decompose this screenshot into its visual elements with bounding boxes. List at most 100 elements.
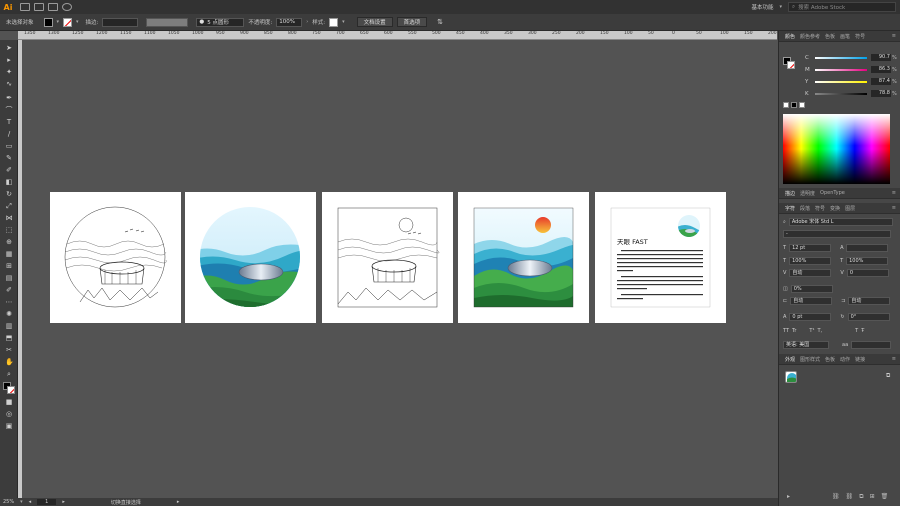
cmyk-track[interactable] xyxy=(815,56,867,59)
library-tab-3[interactable]: 动作 xyxy=(840,356,850,363)
character-tab-2[interactable]: 符号 xyxy=(815,205,825,212)
superscript-icon[interactable]: T¹ xyxy=(809,328,814,334)
rectangle-tool-icon[interactable]: ▭ xyxy=(5,142,13,150)
fill-stroke-widget[interactable] xyxy=(3,382,15,394)
scale-tool-icon[interactable]: ⤢ xyxy=(5,202,13,210)
preferences-button[interactable]: 首选项 xyxy=(396,17,428,27)
chevron-down-icon[interactable]: ▾ xyxy=(76,19,79,25)
character-tab-0[interactable]: 字符 xyxy=(785,205,795,212)
zoom-level[interactable]: 25% xyxy=(3,499,14,505)
eyedropper-icon[interactable]: ✐ xyxy=(5,286,13,294)
prev-artboard-icon[interactable]: ◂ xyxy=(29,499,32,505)
duplicate-icon[interactable]: ⧉ xyxy=(859,493,863,501)
paintbrush-icon[interactable]: ✎ xyxy=(5,154,13,162)
panel-menu-icon[interactable]: ≡ xyxy=(892,356,896,362)
opacity-field[interactable]: 100% xyxy=(276,17,303,27)
link-icon[interactable]: ⛓ xyxy=(832,493,840,500)
panel-menu-icon[interactable]: ≡ xyxy=(892,190,896,196)
stroke-tab-2[interactable]: OpenType xyxy=(820,190,845,196)
status-menu-icon[interactable]: ▸ xyxy=(177,499,180,505)
direct-selection-tool-icon[interactable]: ▸ xyxy=(5,56,13,64)
break-link-icon[interactable]: ⛓ xyxy=(846,493,854,500)
color-tab-2[interactable]: 色板 xyxy=(825,33,835,40)
trash-icon[interactable]: 🗑 xyxy=(881,493,889,500)
rotate-tool-icon[interactable]: ↻ xyxy=(5,190,13,198)
white-swatch[interactable] xyxy=(799,102,805,108)
library-tab-1[interactable]: 图形样式 xyxy=(800,356,820,363)
column-graph-icon[interactable]: ▥ xyxy=(5,322,13,330)
cmyk-track[interactable] xyxy=(815,92,867,95)
character-tab-4[interactable]: 图层 xyxy=(845,205,855,212)
slice-tool-icon[interactable]: ✂ xyxy=(5,346,13,354)
font-style-field[interactable]: - xyxy=(783,229,891,238)
artboard-3-line-square[interactable] xyxy=(322,192,453,323)
drawing-mode-icon[interactable]: ◎ xyxy=(5,410,13,418)
horizontal-scale-field[interactable]: 100% xyxy=(846,256,889,265)
language-field[interactable]: 英语: 美国 xyxy=(783,340,829,349)
aki-left-field[interactable]: 自动 xyxy=(790,296,833,305)
selection-tool-icon[interactable]: ➤ xyxy=(5,44,13,52)
arrange-icon[interactable]: ⇅ xyxy=(437,18,443,26)
screen-mode-icon[interactable]: ▣ xyxy=(5,422,13,430)
panel-menu-icon[interactable]: ≡ xyxy=(892,33,896,39)
type-tool-icon[interactable]: T xyxy=(5,118,13,126)
artboard-5-text-layout[interactable]: 天眼 FAST xyxy=(595,192,726,323)
pen-tool-icon[interactable]: ✒ xyxy=(5,94,13,102)
tsume-field[interactable]: 0% xyxy=(790,284,833,293)
small-caps-icon[interactable]: Tr xyxy=(792,328,796,334)
bridge-icon[interactable] xyxy=(20,3,30,11)
cmyk-track[interactable] xyxy=(815,68,867,71)
lasso-icon[interactable]: ∿ xyxy=(5,80,13,88)
color-tab-0[interactable]: 颜色 xyxy=(785,33,795,40)
variable-width-profile[interactable] xyxy=(146,17,189,27)
strikethrough-icon[interactable]: Ŧ xyxy=(861,328,864,334)
font-family-field[interactable]: Adobe 宋体 Std L xyxy=(788,217,893,226)
tracking-field[interactable]: 0 xyxy=(846,268,889,277)
artboard-number[interactable]: 1 xyxy=(37,499,57,505)
document-setup-button[interactable]: 文档设置 xyxy=(356,17,393,27)
symbol-sprayer-icon[interactable]: ✺ xyxy=(5,310,13,318)
stroke-weight-field[interactable] xyxy=(102,17,139,27)
anti-alias-icon[interactable]: aa xyxy=(842,342,848,348)
fill-swatch[interactable] xyxy=(43,17,53,27)
subscript-icon[interactable]: T, xyxy=(817,328,822,334)
new-item-icon[interactable]: ⊞ xyxy=(870,493,875,500)
shape-builder-icon[interactable]: ⊕ xyxy=(5,238,13,246)
font-size-field[interactable]: 12 pt xyxy=(789,243,832,252)
none-swatch[interactable] xyxy=(783,102,789,108)
color-mode-icon[interactable]: ■ xyxy=(5,398,13,406)
free-transform-icon[interactable]: ⬚ xyxy=(5,226,13,234)
perspective-grid-icon[interactable]: ▦ xyxy=(5,250,13,258)
kerning-field[interactable]: 自动 xyxy=(789,268,832,277)
chevron-down-icon[interactable]: ▾ xyxy=(342,19,345,25)
leading-field[interactable] xyxy=(846,243,889,252)
graphic-style-swatch[interactable] xyxy=(329,17,339,27)
chevron-down-icon[interactable]: ▾ xyxy=(20,499,23,505)
vertical-scale-field[interactable]: 100% xyxy=(789,256,832,265)
chevron-down-icon[interactable]: ▾ xyxy=(779,4,782,10)
play-icon[interactable]: ▸ xyxy=(787,493,790,500)
library-tab-2[interactable]: 色板 xyxy=(825,356,835,363)
artboard-1-line-sketch[interactable] xyxy=(50,192,181,323)
magic-wand-icon[interactable]: ✦ xyxy=(5,68,13,76)
line-tool-icon[interactable]: / xyxy=(5,130,13,138)
cmyk-value[interactable]: 87.4 xyxy=(871,78,891,85)
anti-alias-field[interactable] xyxy=(851,340,892,349)
panel-menu-icon[interactable]: ≡ xyxy=(892,205,896,211)
shaper-tool-icon[interactable]: ✐ xyxy=(5,166,13,174)
adobe-stock-search[interactable]: ⌕ 搜索 Adobe Stock xyxy=(788,2,896,12)
library-tab-4[interactable]: 链接 xyxy=(855,356,865,363)
library-tab-0[interactable]: 外观 xyxy=(785,356,795,363)
curvature-tool-icon[interactable]: ⌒ xyxy=(5,106,13,114)
canvas[interactable]: 天眼 FAST xyxy=(22,40,778,498)
underline-icon[interactable]: T xyxy=(855,328,858,334)
chevron-down-icon[interactable]: ▾ xyxy=(57,19,60,25)
cmyk-value[interactable]: 78.8 xyxy=(871,90,891,97)
eraser-icon[interactable]: ◧ xyxy=(5,178,13,186)
chevron-right-icon[interactable]: › xyxy=(306,19,308,25)
aki-right-field[interactable]: 自动 xyxy=(848,296,891,305)
gpu-performance-icon[interactable] xyxy=(62,3,72,11)
artboard-tool-icon[interactable]: ⬒ xyxy=(5,334,13,342)
graphic-style-thumbnail[interactable] xyxy=(785,371,797,383)
gradient-tool-icon[interactable]: ▤ xyxy=(5,274,13,282)
